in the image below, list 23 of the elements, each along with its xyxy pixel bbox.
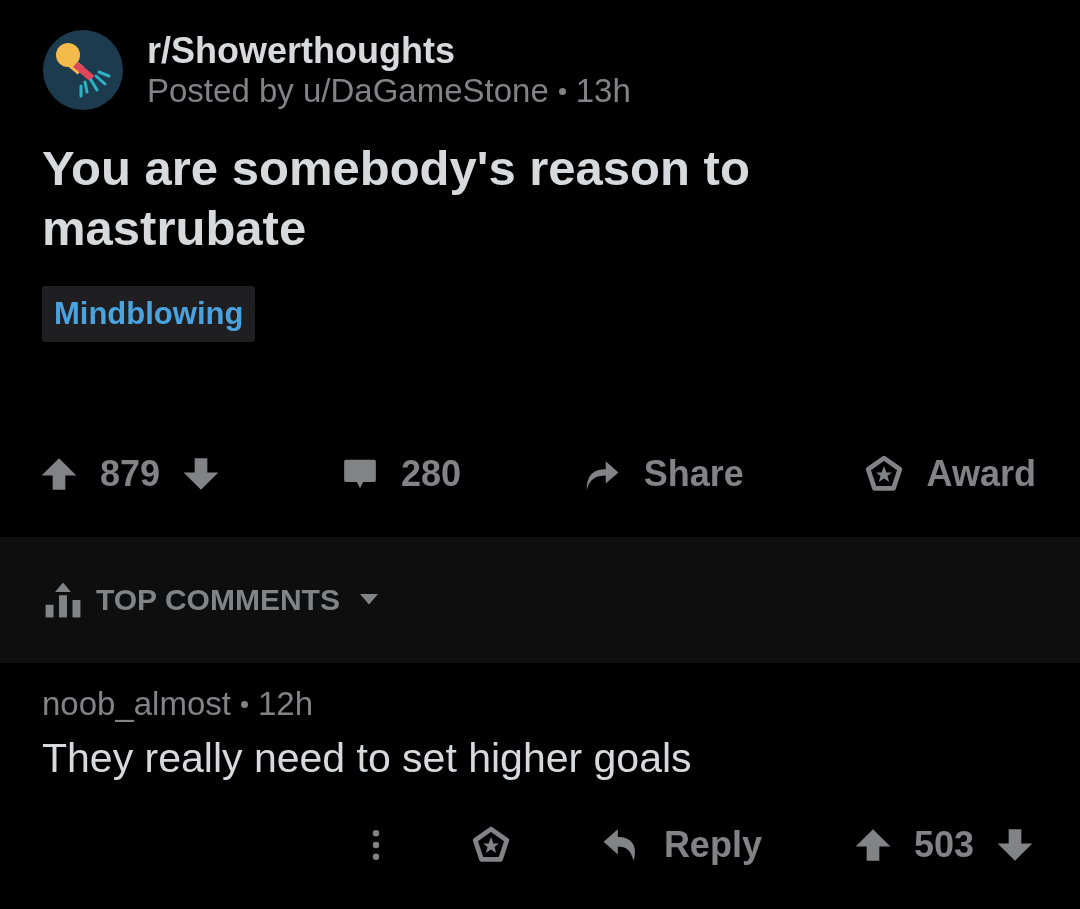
share-button[interactable]: Share [581,453,744,495]
award-button[interactable]: Award [864,453,1036,495]
subreddit-icon[interactable] [43,30,123,110]
award-icon [864,455,903,493]
comment-score: 503 [913,824,974,866]
flair-tag[interactable]: Mindblowing [42,286,256,342]
bar-chart-icon [44,581,82,619]
reply-button[interactable]: Reply [601,824,762,866]
comment-count: 280 [400,453,461,495]
separator-dot-icon [558,87,566,95]
award-icon[interactable] [471,826,510,864]
sort-dropdown[interactable]: TOP COMMENTS [44,581,378,619]
subreddit-name[interactable]: r/Showerthoughts [147,30,631,72]
post-score: 879 [100,453,161,495]
post-author[interactable]: Posted by u/DaGameStone [147,72,549,110]
post-title: You are somebody's reason to mastrubate [42,140,751,257]
more-options-icon[interactable] [371,829,380,861]
comment-author[interactable]: noob_almost [42,685,231,723]
caret-icon [359,594,378,606]
post-age: 13h [575,72,631,110]
comment-age: 12h [257,685,314,723]
separator-dot-icon [240,700,248,708]
comment-text: They really need to set higher goals [42,735,693,782]
